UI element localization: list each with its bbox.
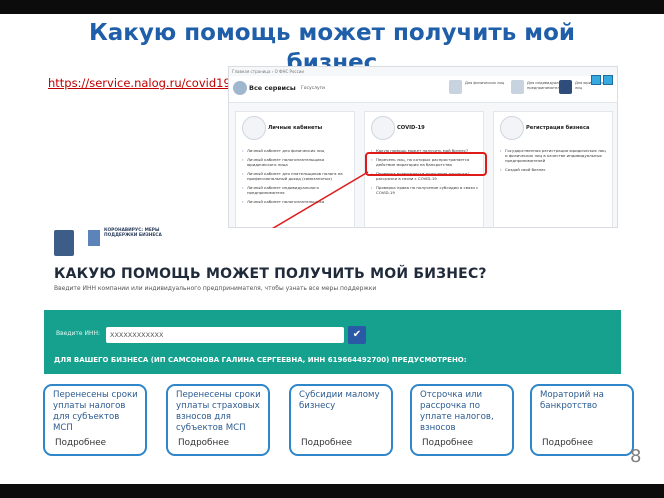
- person-icon: [511, 80, 524, 94]
- grid-view-icon[interactable]: [591, 75, 601, 85]
- measure-title: Мораторий на банкротство: [540, 390, 604, 411]
- chart-icon: [500, 116, 524, 140]
- site-header: Все сервисы Госуслуги Для физических лиц…: [229, 76, 617, 103]
- more-link[interactable]: Подробнее: [178, 438, 229, 448]
- more-link[interactable]: Подробнее: [542, 438, 593, 448]
- card-title: Личные кабинеты: [268, 125, 323, 131]
- card-link[interactable]: Личный кабинет налогоплательщика: [242, 199, 350, 204]
- measure-card[interactable]: Отсрочка или рассрочка по уплате налогов…: [410, 384, 514, 456]
- card-title: Регистрация бизнеса: [526, 125, 590, 131]
- card-link[interactable]: Личный кабинет для физических лиц: [242, 148, 350, 153]
- bottom-bar: [0, 484, 664, 498]
- person-icon: [449, 80, 462, 94]
- submit-button[interactable]: ✔: [348, 326, 366, 344]
- covid-logo-text: КОРОНАВИРУС: МЕРЫ ПОДДЕРЖКИ БИЗНЕСА: [104, 228, 162, 239]
- fns-logo-icon: [233, 81, 247, 95]
- card-title: COVID-19: [397, 125, 425, 131]
- card-personal-accounts: Личные кабинеты Личный кабинет для физич…: [235, 111, 355, 227]
- gosuslugi-link[interactable]: Госуслуги: [301, 86, 325, 91]
- fns-emblem-icon: [54, 230, 74, 256]
- measure-title: Субсидии малому бизнесу: [299, 390, 380, 411]
- top-bar: [0, 0, 664, 14]
- shield-icon: [371, 116, 395, 140]
- person-icon: [242, 116, 266, 140]
- measure-title: Перенесены сроки уплаты налогов для субъ…: [53, 390, 138, 433]
- inn-input[interactable]: XXXXXXXXXXXX: [106, 327, 344, 343]
- person-icon: [559, 80, 572, 94]
- measure-card[interactable]: Мораторий на банкротство Подробнее: [530, 384, 634, 456]
- inn-search-panel: Введите ИНН: XXXXXXXXXXXX ✔ ДЛЯ ВАШЕГО Б…: [44, 310, 621, 374]
- breadcrumb[interactable]: Главная страница › О ФНС России: [232, 69, 304, 74]
- more-link[interactable]: Подробнее: [301, 438, 352, 448]
- list-view-icon[interactable]: [603, 75, 613, 85]
- page-heading: КАКУЮ ПОМОЩЬ МОЖЕТ ПОЛУЧИТЬ МОЙ БИЗНЕС?: [54, 266, 487, 282]
- card-link[interactable]: Создай свой бизнес: [500, 167, 608, 172]
- card-link[interactable]: Государственная регистрация юридических …: [500, 148, 608, 163]
- check-icon: ✔: [352, 329, 362, 340]
- view-buttons: [589, 70, 613, 89]
- more-link[interactable]: Подробнее: [55, 438, 106, 448]
- covid-page-header: КОРОНАВИРУС: МЕРЫ ПОДДЕРЖКИ БИЗНЕСА КАКУ…: [44, 228, 622, 302]
- page-subtitle: Введите ИНН компании или индивидуального…: [54, 285, 377, 292]
- services-screenshot: Главная страница › О ФНС России Все серв…: [228, 66, 618, 228]
- card-link[interactable]: Личный кабинет индивидуального предприни…: [242, 185, 350, 195]
- more-link[interactable]: Подробнее: [422, 438, 473, 448]
- card-link[interactable]: Личный кабинет налогоплательщика юридиче…: [242, 157, 350, 167]
- card-link[interactable]: Личный кабинет для плательщиков налога н…: [242, 171, 350, 181]
- chart-icon: [88, 230, 100, 246]
- card-link[interactable]: Проверка права на получение субсидии в с…: [371, 185, 479, 195]
- measure-card[interactable]: Субсидии малому бизнесу Подробнее: [289, 384, 393, 456]
- category-individuals[interactable]: Для физических лиц: [449, 80, 513, 94]
- service-url-link[interactable]: https://service.nalog.ru/covid19/: [48, 76, 235, 90]
- highlight-frame: [365, 152, 487, 176]
- measure-card[interactable]: Перенесены сроки уплаты страховых взносо…: [166, 384, 270, 456]
- card-business-registration: Регистрация бизнеса Государственная реги…: [493, 111, 613, 227]
- page-number: 8: [630, 446, 642, 467]
- measure-card[interactable]: Перенесены сроки уплаты налогов для субъ…: [43, 384, 147, 456]
- inn-label: Введите ИНН:: [56, 330, 101, 337]
- measure-title: Перенесены сроки уплаты страховых взносо…: [176, 390, 261, 433]
- result-line: ДЛЯ ВАШЕГО БИЗНЕСА (ИП САМСОНОВА ГАЛИНА …: [54, 356, 467, 364]
- measure-title: Отсрочка или рассрочка по уплате налогов…: [420, 390, 494, 433]
- all-services-tab[interactable]: Все сервисы: [249, 84, 296, 92]
